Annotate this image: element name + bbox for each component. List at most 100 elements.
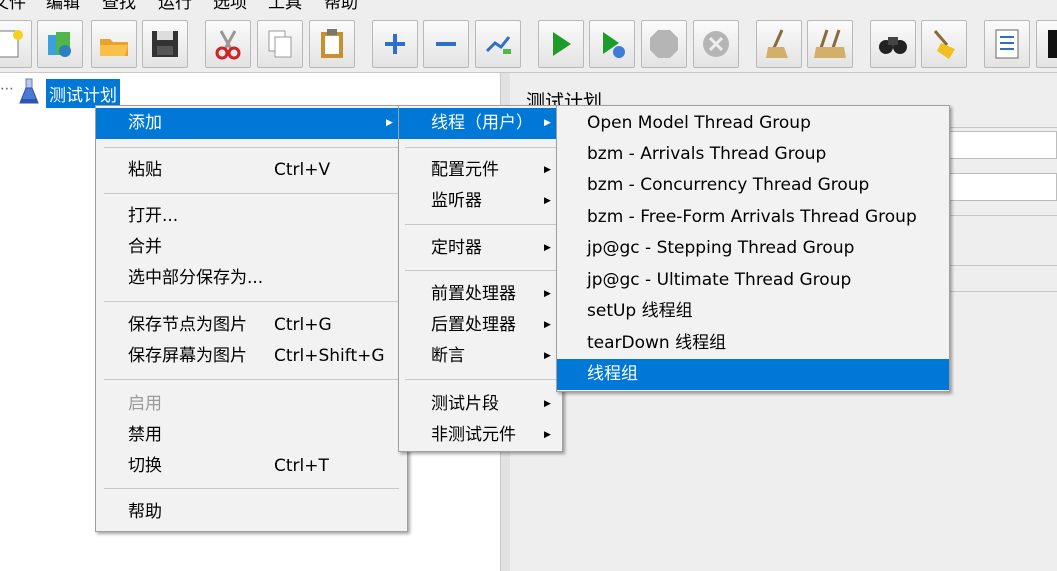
menu-item-jpgc-ultimate-thread-group[interactable]: jp@gc - Ultimate Thread Group — [557, 265, 949, 296]
menu-item-setup-thread-group[interactable]: setUp 线程组 — [557, 296, 949, 327]
menu-item-help[interactable]: 帮助 — [96, 497, 407, 528]
menu-item-label: 切换 — [128, 456, 162, 476]
menu-item-bzm-concurrency-thread-group[interactable]: bzm - Concurrency Thread Group — [557, 170, 949, 201]
menu-separator — [104, 147, 399, 148]
menu-item-open[interactable]: 打开... — [96, 201, 407, 232]
submenu-arrow-icon: ▶ — [544, 399, 551, 409]
menu-shortcut: Ctrl+G — [274, 315, 332, 335]
menu-item-paste[interactable]: 粘贴 Ctrl+V — [96, 155, 407, 186]
menu-item-config-element[interactable]: 配置元件 ▶ — [399, 155, 562, 186]
cut-icon — [215, 30, 241, 60]
menu-item-save-screen-image[interactable]: 保存屏幕为图片 Ctrl+Shift+G — [96, 341, 407, 372]
menu-item-test-fragment[interactable]: 测试片段 ▶ — [399, 389, 562, 420]
clear-all-button[interactable] — [807, 20, 853, 68]
start-no-pause-icon — [603, 32, 625, 58]
menu-item-bzm-arrivals-thread-group[interactable]: bzm - Arrivals Thread Group — [557, 139, 949, 170]
menu-item-disable[interactable]: 禁用 — [96, 420, 407, 451]
add-submenu: 线程（用户） ▶ 配置元件 ▶ 监听器 ▶ 定时器 ▶ 前置处理器 ▶ 后置处理… — [398, 105, 563, 452]
menu-item-save-selection[interactable]: 选中部分保存为... — [96, 263, 407, 294]
tree-connector: ⋯ — [0, 81, 15, 97]
menu-item-merge[interactable]: 合并 — [96, 232, 407, 263]
menu-separator — [104, 193, 399, 194]
menu-separator — [405, 224, 556, 225]
menu-item-timer[interactable]: 定时器 ▶ — [399, 233, 562, 264]
collapse-button[interactable] — [423, 20, 469, 68]
menu-item-label: setUp 线程组 — [587, 301, 693, 321]
start-no-pause-button[interactable] — [589, 20, 635, 68]
open-button[interactable] — [91, 20, 137, 68]
cut-button[interactable] — [205, 20, 251, 68]
submenu-arrow-icon: ▶ — [544, 243, 551, 253]
clear-all-icon — [814, 29, 846, 58]
clear-button[interactable] — [756, 20, 802, 68]
menu-item-toggle[interactable]: 切换 Ctrl+T — [96, 451, 407, 482]
menu-item-label: 保存节点为图片 — [128, 315, 247, 335]
menu-item-label: 添加 — [128, 113, 162, 133]
submenu-arrow-icon: ▶ — [544, 430, 551, 440]
submenu-arrow-icon: ▶ — [386, 118, 393, 128]
new-button[interactable] — [0, 20, 32, 68]
submenu-arrow-icon: ▶ — [544, 320, 551, 330]
menu-item-label: 帮助 — [128, 502, 162, 522]
expand-button[interactable] — [372, 20, 418, 68]
paste-icon — [321, 29, 343, 58]
help-button[interactable] — [1036, 20, 1057, 68]
menu-item-label: bzm - Free-Form Arrivals Thread Group — [587, 207, 917, 227]
menu-item-post-processor[interactable]: 后置处理器 ▶ — [399, 310, 562, 341]
menu-item-pre-processor[interactable]: 前置处理器 ▶ — [399, 279, 562, 310]
menu-item-listener[interactable]: 监听器 ▶ — [399, 186, 562, 217]
menu-item-label: 选中部分保存为... — [128, 268, 264, 288]
menu-item-bzm-free-form-arrivals-thread-group[interactable]: bzm - Free-Form Arrivals Thread Group — [557, 202, 949, 233]
search-button[interactable] — [870, 20, 916, 68]
menu-item-save-node-image[interactable]: 保存节点为图片 Ctrl+G — [96, 310, 407, 341]
tree-node-test-plan[interactable]: 测试计划 — [46, 79, 120, 108]
shutdown-button[interactable] — [693, 20, 739, 68]
menu-item-label: 合并 — [128, 237, 162, 257]
submenu-arrow-icon: ▶ — [544, 165, 551, 175]
stop-button[interactable] — [641, 20, 687, 68]
menu-item-label: 配置元件 — [431, 160, 499, 180]
templates-icon — [48, 32, 71, 57]
menu-separator — [104, 488, 399, 489]
expand-icon — [385, 34, 405, 54]
menu-item-label: 线程（用户） — [431, 113, 533, 133]
menu-separator — [405, 379, 556, 380]
start-button[interactable] — [538, 20, 584, 68]
copy-button[interactable] — [257, 20, 303, 68]
menu-item-label: 测试片段 — [431, 394, 499, 414]
menu-item-non-test-element[interactable]: 非测试元件 ▶ — [399, 420, 562, 451]
menu-item-label: Open Model Thread Group — [587, 113, 811, 133]
menu-item-label: bzm - Concurrency Thread Group — [587, 175, 870, 195]
toggle-button[interactable] — [475, 20, 521, 68]
menu-item-label: 保存屏幕为图片 — [128, 346, 247, 366]
menu-item-jpgc-stepping-thread-group[interactable]: jp@gc - Stepping Thread Group — [557, 233, 949, 264]
menu-item-label: jp@gc - Ultimate Thread Group — [587, 270, 852, 290]
menu-item-teardown-thread-group[interactable]: tearDown 线程组 — [557, 328, 949, 359]
name-field[interactable] — [937, 131, 1057, 159]
menu-item-label: tearDown 线程组 — [587, 333, 727, 353]
menu-separator — [405, 147, 556, 148]
context-menu: 添加 ▶ 粘贴 Ctrl+V 打开... 合并 选中部分保存为... 保存节点为… — [95, 105, 408, 532]
menu-item-add[interactable]: 添加 ▶ — [96, 108, 407, 139]
submenu-arrow-icon: ▶ — [544, 351, 551, 361]
menu-item-open-model-thread-group[interactable]: Open Model Thread Group — [557, 108, 949, 139]
function-helper-button[interactable] — [984, 20, 1030, 68]
menu-bar: 文件 编辑 查找 运行 选项 工具 帮助 — [0, 0, 1057, 13]
copy-icon — [268, 30, 292, 58]
templates-button[interactable] — [37, 20, 83, 68]
flask-icon — [19, 78, 39, 104]
save-icon — [152, 31, 178, 57]
menu-item-label: 非测试元件 — [431, 425, 516, 445]
menu-item-label: 启用 — [128, 394, 162, 414]
menu-item-threads[interactable]: 线程（用户） ▶ — [399, 108, 562, 139]
comments-field[interactable] — [937, 173, 1057, 201]
paste-button[interactable] — [309, 20, 355, 68]
menu-item-thread-group[interactable]: 线程组 — [557, 359, 949, 390]
reset-search-button[interactable] — [921, 20, 967, 68]
function-helper-icon — [995, 29, 1019, 59]
toolbar — [0, 12, 1057, 73]
menu-item-assertion[interactable]: 断言 ▶ — [399, 341, 562, 372]
search-icon — [879, 37, 907, 54]
menu-item-label: 线程组 — [587, 364, 638, 384]
save-button[interactable] — [142, 20, 188, 68]
